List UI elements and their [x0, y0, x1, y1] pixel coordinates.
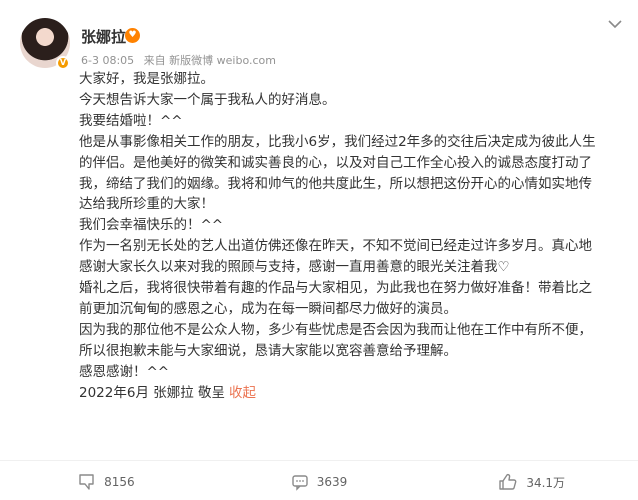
post-line: 我们会幸福快乐的！^^	[79, 217, 224, 234]
repost-icon	[79, 474, 94, 490]
chevron-down-icon[interactable]	[606, 15, 624, 33]
collapse-link[interactable]: 收起	[229, 385, 256, 401]
post-line: 作为一名别无长处的艺人出道仿佛还像在昨天，不知不觉间已经走过许多岁月。真心地	[79, 238, 592, 255]
thumbs-up-icon	[499, 473, 517, 490]
post-line: 他是从事影像相关工作的朋友，比我小6岁，我们经过2年多的交往后决定成为彼此人生	[79, 133, 596, 150]
post-line: 大家好，我是张娜拉。	[79, 71, 214, 87]
divider	[0, 460, 638, 461]
comment-count: 3639	[316, 475, 348, 489]
post-line: 的伴侣。是他美好的微笑和诚实善良的心，以及对自己工作全心投入的诚恳态度打动了	[79, 154, 592, 171]
post-line: 前更加沉甸甸的感恩之心，成为在每一瞬间都尽力做好的演员。	[79, 300, 457, 317]
post-line: 因为我的那位他不是公众人物，多少有些忧虑是否会因为我而让他在工作中有所不便，	[79, 321, 592, 338]
post-content: 大家好，我是张娜拉。 今天想告诉大家一个属于我私人的好消息。 我要结婚啦！^^ …	[79, 69, 619, 404]
post-line: 今天想告诉大家一个属于我私人的好消息。	[79, 91, 336, 108]
post-source: 来自 新版微博 weibo.com	[143, 54, 276, 67]
post-line: 感谢大家长久以来对我的照顾与支持，感谢一直用善意的眼光关注着我♡	[79, 259, 510, 276]
repost-count: 8156	[104, 475, 135, 489]
post-date[interactable]: 6-3 08:05	[81, 54, 134, 67]
signature: 2022年6月 张娜拉 敬呈	[79, 384, 226, 401]
post-line: 所以很抱歉未能与大家细说，恳请大家能以宽容善意给予理解。	[79, 342, 457, 359]
like-count: 34.1万	[526, 475, 566, 490]
author-name[interactable]: 张娜拉	[81, 26, 126, 47]
comment-button[interactable]: 3639	[213, 473, 426, 491]
comment-icon	[292, 475, 308, 491]
post-line: 达给我所珍重的大家！	[79, 196, 214, 213]
signature-line: 2022年6月 张娜拉 敬呈 收起	[79, 383, 619, 404]
like-button[interactable]: 34.1万	[425, 472, 638, 492]
post-meta: 6-3 08:05 来自 新版微博 weibo.com	[81, 52, 282, 68]
verified-v-icon: V	[56, 56, 70, 70]
action-bar: 8156 3639 34.1万	[0, 466, 638, 498]
weibo-post-card: V 张娜拉 ♥ 6-3 08:05 来自 新版微博 weibo.com 大家好，…	[0, 0, 638, 500]
post-line: 我，缔结了我们的姻缘。我将和帅气的他共度此生，所以想把这份开心的心情如实地传	[79, 175, 592, 192]
post-line: 婚礼之后，我将很快带着有趣的作品与大家相见，为此我也在努力做好准备！带着比之	[79, 280, 592, 297]
post-line: 感恩感谢！^^	[79, 363, 170, 380]
repost-button[interactable]: 8156	[0, 473, 213, 491]
heart-eyes-emoji-icon: ♥	[125, 28, 140, 43]
post-line: 我要结婚啦！^^	[79, 112, 183, 129]
